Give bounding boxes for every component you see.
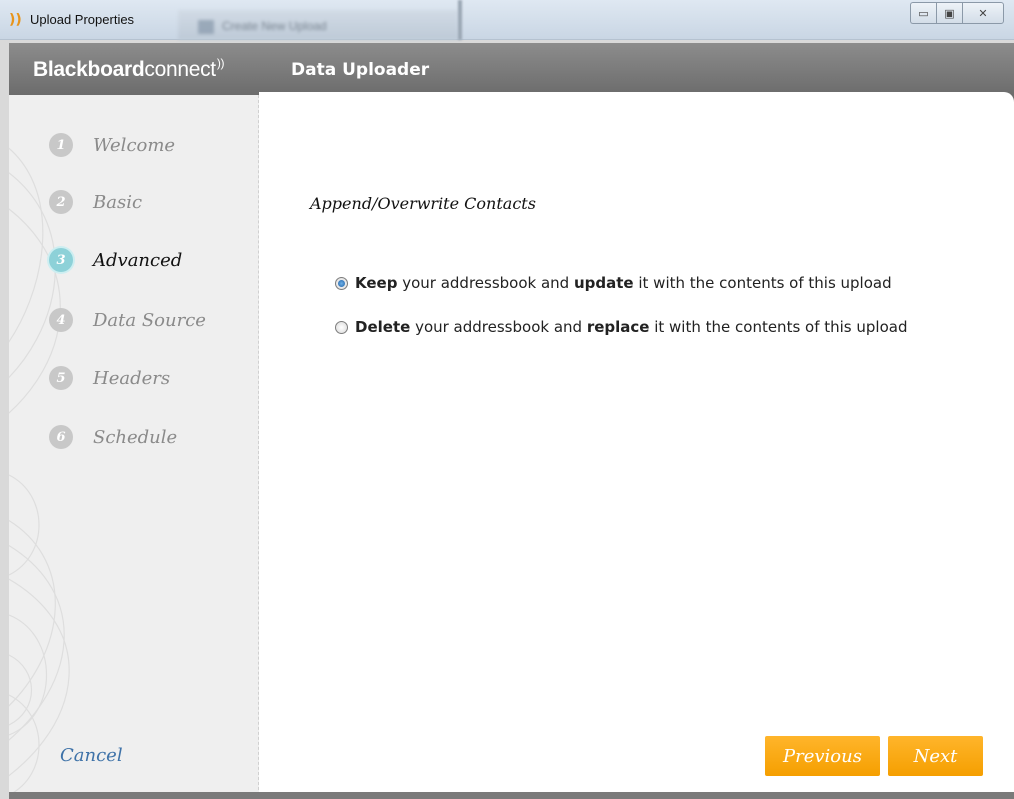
section-title: Append/Overwrite Contacts [310,194,536,213]
cancel-link[interactable]: Cancel [60,745,123,766]
tab-divider [458,0,462,40]
window-icon [198,20,214,34]
option-keep-update[interactable]: Keep your addressbook and update it with… [335,272,892,294]
option-delete-replace[interactable]: Delete your addressbook and replace it w… [335,316,907,338]
option-delete-bold1: Delete [355,318,411,336]
step-label: Headers [93,367,171,389]
step-number: 2 [49,190,73,214]
next-button[interactable]: Next [888,736,983,776]
window-title: Upload Properties [30,12,135,27]
step-label: Schedule [93,426,178,448]
step-number: 5 [49,366,73,390]
option-keep-bold1: Keep [355,274,398,292]
option-keep-text2: it with the contents of this upload [633,274,892,292]
step-headers[interactable]: 5 Headers [49,363,170,393]
option-delete-text1: your addressbook and [410,318,587,336]
close-button[interactable]: ✕ [962,2,1004,24]
window-titlebar: )) Upload Properties Create New Upload ▭… [0,0,1014,40]
previous-button[interactable]: Previous [765,736,880,776]
option-delete-bold2: replace [586,318,650,336]
step-number: 6 [49,425,73,449]
restore-icon: ▣ [944,6,955,20]
option-keep-bold2: update [573,274,634,292]
step-label: Data Source [93,309,206,331]
background-window-tab[interactable]: Create New Upload [178,10,458,40]
step-welcome[interactable]: 1 Welcome [49,130,175,160]
step-data-source[interactable]: 4 Data Source [49,305,206,335]
radio-delete[interactable] [335,320,348,334]
step-label: Advanced [93,249,183,271]
background-window-label: Create New Upload [222,19,327,33]
minimize-icon: ▭ [918,6,929,20]
step-number: 4 [49,308,73,332]
window-bottom-edge [9,792,1014,799]
window-controls: ▭ ▣ ✕ [910,2,1004,24]
restore-button[interactable]: ▣ [936,2,962,24]
step-advanced[interactable]: 3 Advanced [49,245,182,275]
app-icon: )) [9,12,22,28]
step-number: 3 [49,248,73,272]
step-label: Basic [93,191,143,213]
blackboard-connect-logo: Blackboardconnect)) [33,56,225,81]
step-number: 1 [49,133,73,157]
step-schedule[interactable]: 6 Schedule [49,422,177,452]
minimize-button[interactable]: ▭ [910,2,936,24]
step-label: Welcome [93,134,176,156]
option-keep-text1: your addressbook and [397,274,574,292]
close-icon: ✕ [978,6,988,20]
wizard-sidebar: 1 Welcome 2 Basic 3 Advanced 4 Data Sour… [9,95,259,799]
app-subtitle: Data Uploader [291,60,430,80]
sidebar-divider [258,95,259,795]
step-basic[interactable]: 2 Basic [49,187,142,217]
radio-keep[interactable] [335,276,348,290]
option-delete-text2: it with the contents of this upload [649,318,908,336]
